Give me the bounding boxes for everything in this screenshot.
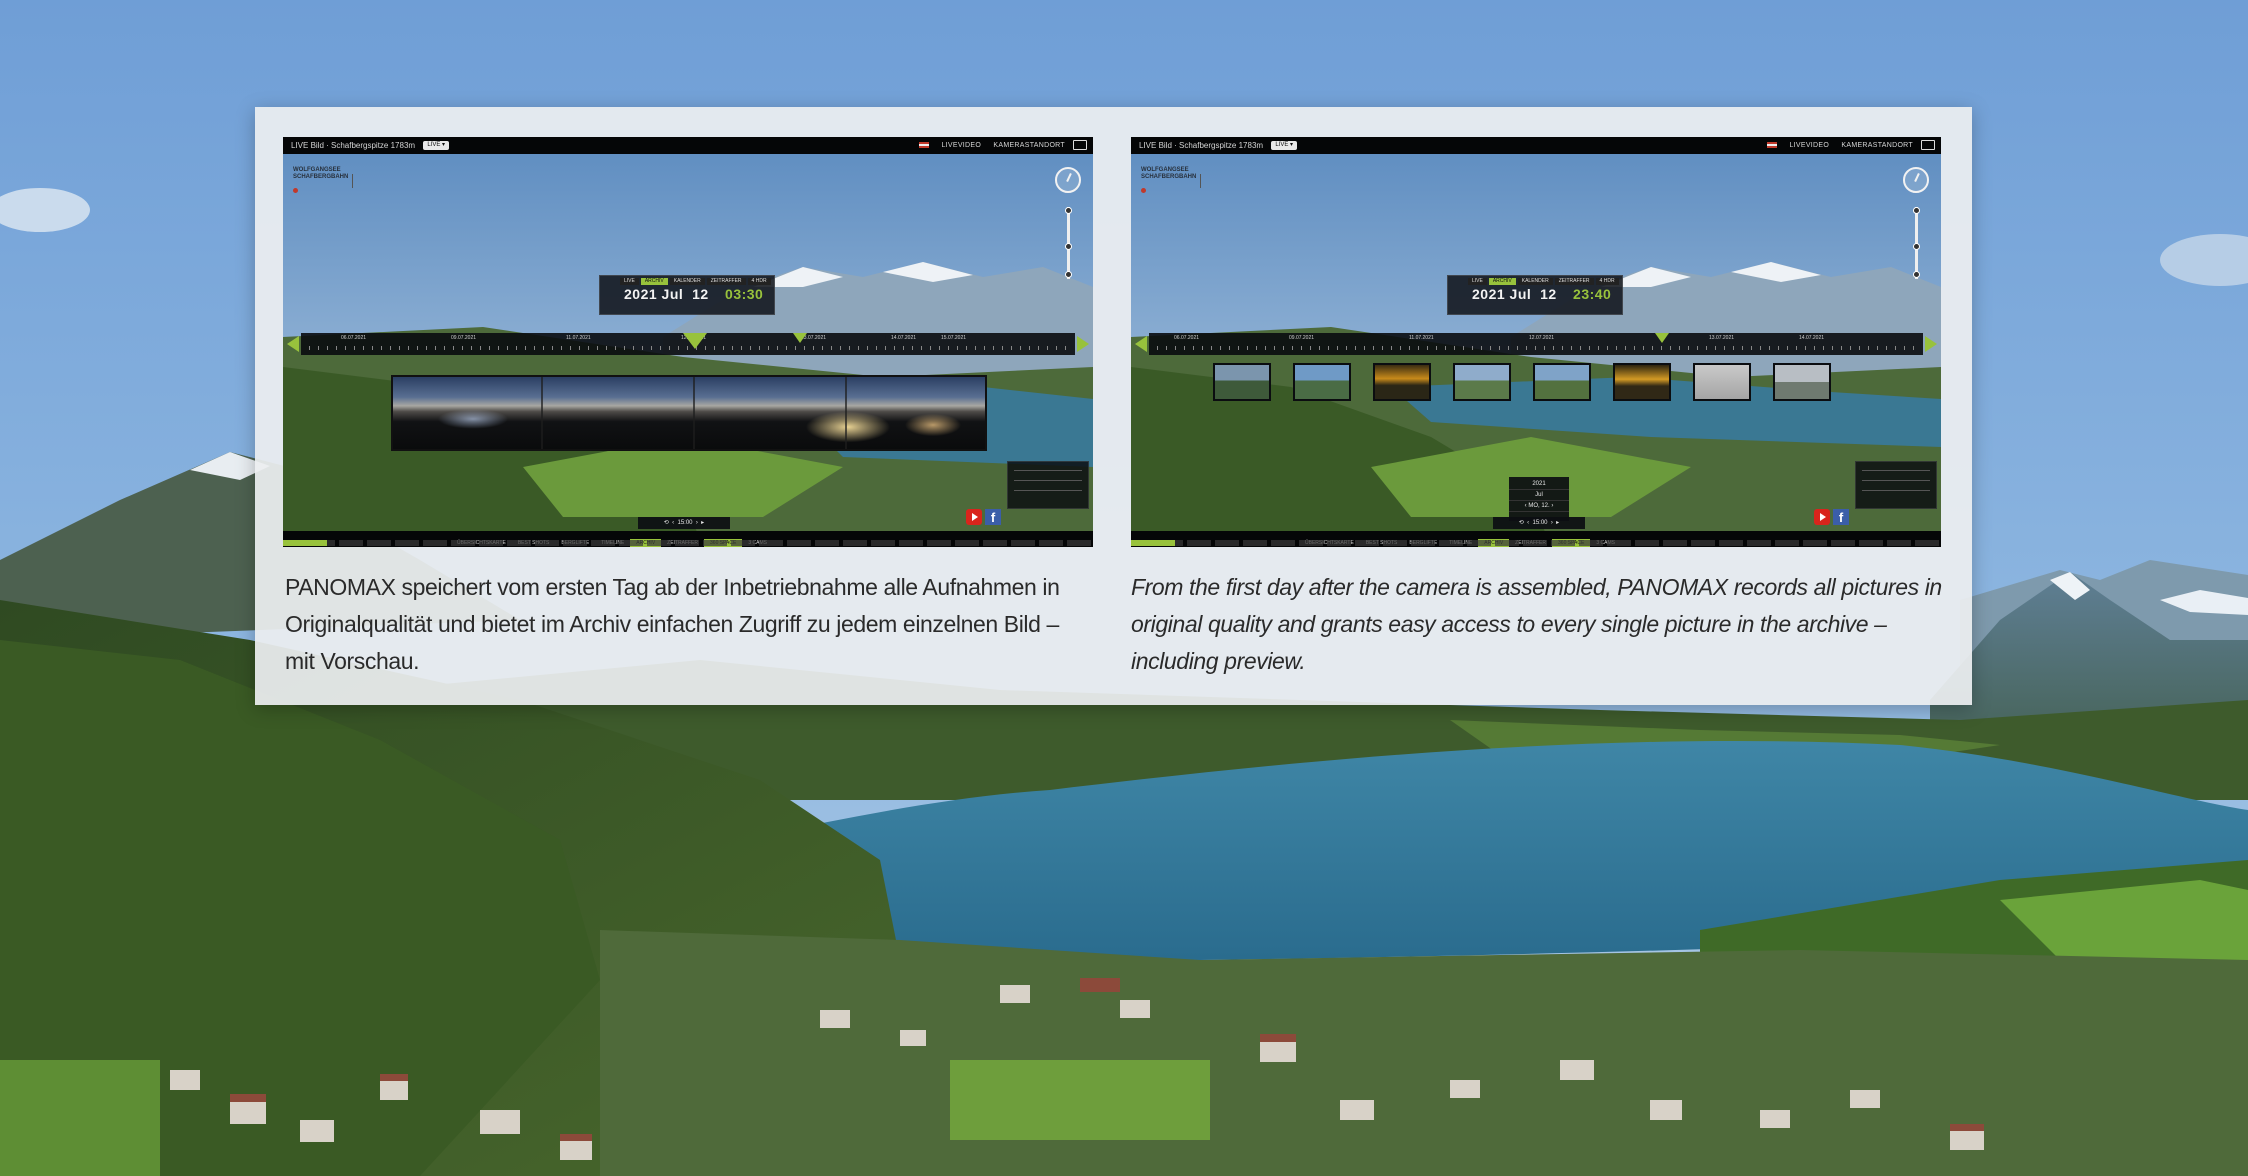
news-ticker <box>283 540 1093 546</box>
date-month: Jul <box>661 286 684 302</box>
live-badge[interactable]: LIVE ▾ <box>423 141 449 151</box>
tab-tag[interactable]: KALENDER <box>669 278 705 285</box>
archive-mode-tabs: LIVE ARCHIV KALENDER ZEITRAFFER 4 HDR <box>620 269 773 287</box>
tab-live[interactable]: LIVE <box>1468 278 1487 285</box>
archive-screenshot-thumbnail-preview: LIVE Bild · Schafberg­spitze 1783m LIVE … <box>1131 137 1941 547</box>
facebook-icon[interactable]: f <box>1833 509 1849 525</box>
zoom-slider[interactable] <box>1913 207 1920 279</box>
news-ticker <box>1131 540 1941 546</box>
menu-link-camera[interactable]: KAMERASTANDORT <box>1841 142 1913 149</box>
app-bottom-bar: ÜBERSICHTSKARTEBEST SHOTSBERGLIFTETIMELI… <box>1131 531 1941 547</box>
date-year: 2021 <box>624 286 658 302</box>
archive-thumbnail[interactable] <box>1613 363 1671 401</box>
language-flag-icon[interactable] <box>1767 142 1778 149</box>
archive-thumbnail[interactable] <box>1533 363 1591 401</box>
social-links: f <box>1811 507 1849 525</box>
app-top-bar: LIVE Bild · Schafberg­spitze 1783m LIVE … <box>283 137 1093 154</box>
date-picker-year[interactable]: 2021 <box>1509 479 1569 490</box>
tab-archive[interactable]: ARCHIV <box>640 278 668 285</box>
zoom-knob[interactable] <box>1913 271 1920 278</box>
news-ticker-tag <box>1131 540 1175 546</box>
timeline-current-marker[interactable] <box>1655 333 1669 343</box>
brand-logo: WOLFGANGSEE SCHAFBERGBAHN <box>293 167 357 196</box>
archive-date-panel[interactable]: LIVE ARCHIV KALENDER ZEITRAFFER 4 HDR 2021 J… <box>1447 275 1623 315</box>
youtube-icon[interactable] <box>966 509 982 525</box>
archive-mode-tabs: LIVE ARCHIV KALENDER ZEITRAFFER 4 HDR <box>1468 269 1621 287</box>
archive-date-display: 2021 Jul 12 03:30 <box>624 286 763 302</box>
youtube-icon[interactable] <box>1814 509 1830 525</box>
menu-link-camera[interactable]: KAMERASTANDORT <box>993 142 1065 149</box>
timeline-prev-arrow-icon[interactable] <box>1135 336 1147 352</box>
tab-tag[interactable]: KALENDER <box>1517 278 1553 285</box>
language-flag-icon[interactable] <box>919 142 930 149</box>
date-year: 2021 <box>1472 286 1506 302</box>
menu-link-liveview[interactable]: LIVEVIDEO <box>941 142 981 149</box>
playback-controls[interactable]: ⟲ ‹ 15:00 › ▸ <box>638 517 730 529</box>
date-day: 12 <box>1540 286 1557 302</box>
archive-thumbnail[interactable] <box>1453 363 1511 401</box>
camera-title: LIVE Bild · Schafberg­spitze 1783m <box>1139 141 1264 150</box>
date-picker-month[interactable]: Jul <box>1509 490 1569 501</box>
panorama-night-preview[interactable] <box>391 375 987 451</box>
archive-timeline[interactable]: 06.07.2021 09.07.2021 11.07.2021 12.07.202… <box>287 333 1089 355</box>
archive-thumbnail[interactable] <box>1373 363 1431 401</box>
tab-hd[interactable]: 4 HDR <box>1595 278 1619 285</box>
social-links: f <box>963 507 1001 525</box>
weather-info-box <box>1007 461 1089 509</box>
tab-time[interactable]: ZEITRAFFER <box>706 278 746 285</box>
zoom-knob[interactable] <box>1065 243 1072 250</box>
menu-link-liveview[interactable]: LIVEVIDEO <box>1789 142 1829 149</box>
fullscreen-icon[interactable] <box>1073 140 1087 150</box>
feature-card: LIVE Bild · Schafberg­spitze 1783m LIVE … <box>255 107 1972 705</box>
archive-thumbnail[interactable] <box>1693 363 1751 401</box>
timeline-date-labels: 06.07.2021 09.07.2021 11.07.2021 12.07.202… <box>1174 335 1825 341</box>
zoom-slider[interactable] <box>1065 207 1072 279</box>
caption-english: From the first day after the camera is a… <box>1131 574 1942 674</box>
timeline-next-arrow-icon[interactable] <box>1077 336 1089 352</box>
tab-hd[interactable]: 4 HDR <box>747 278 771 285</box>
date-time: 03:30 <box>725 286 764 302</box>
zoom-knob[interactable] <box>1913 207 1920 214</box>
caption-german: PANOMAX speichert vom ersten Tag ab der … <box>285 574 1060 674</box>
archive-timeline[interactable]: 06.07.2021 09.07.2021 11.07.2021 12.07.202… <box>1135 333 1937 355</box>
timeline-ticks <box>1157 346 1915 350</box>
thumbnail-strip <box>1213 363 1873 403</box>
fullscreen-icon[interactable] <box>1921 140 1935 150</box>
zoom-knob[interactable] <box>1065 207 1072 214</box>
archive-screenshot-panorama-preview: LIVE Bild · Schafberg­spitze 1783m LIVE … <box>283 137 1093 547</box>
date-time: 23:40 <box>1573 286 1612 302</box>
app-bottom-bar: ÜBERSICHTSKARTEBEST SHOTSBERGLIFTETIMELI… <box>283 531 1093 547</box>
timeline-current-marker[interactable] <box>683 333 707 349</box>
top-bar-links: LIVEVIDEO KAMERASTANDORT <box>909 137 1065 154</box>
playback-controls[interactable]: ⟲ ‹ 15:00 › ▸ <box>1493 517 1585 529</box>
tab-live[interactable]: LIVE <box>620 278 639 285</box>
tab-archive[interactable]: ARCHIV <box>1488 278 1516 285</box>
compass-icon[interactable] <box>1903 167 1929 193</box>
app-top-bar: LIVE Bild · Schafberg­spitze 1783m LIVE … <box>1131 137 1941 154</box>
archive-date-panel[interactable]: LIVE ARCHIV KALENDER ZEITRAFFER 4 HDR 2021 J… <box>599 275 775 315</box>
date-picker[interactable]: 2021 Jul ‹ MO, 12. › <box>1509 477 1569 521</box>
news-ticker-tag <box>283 540 327 546</box>
archive-date-display: 2021 Jul 12 23:40 <box>1472 286 1611 302</box>
archive-thumbnail[interactable] <box>1773 363 1831 401</box>
facebook-icon[interactable]: f <box>985 509 1001 525</box>
timeline-next-arrow-icon[interactable] <box>1925 336 1937 352</box>
archive-thumbnail[interactable] <box>1293 363 1351 401</box>
brand-logo: WOLFGANGSEE SCHAFBERGBAHN <box>1141 167 1205 196</box>
archive-thumbnail[interactable] <box>1213 363 1271 401</box>
zoom-knob[interactable] <box>1913 243 1920 250</box>
tab-time[interactable]: ZEITRAFFER <box>1554 278 1594 285</box>
camera-title: LIVE Bild · Schafberg­spitze 1783m <box>291 141 416 150</box>
timeline-secondary-marker[interactable] <box>793 333 807 343</box>
date-month: Jul <box>1509 286 1532 302</box>
compass-icon[interactable] <box>1055 167 1081 193</box>
date-picker-day[interactable]: ‹ MO, 12. › <box>1509 501 1569 512</box>
top-bar-links: LIVEVIDEO KAMERASTANDORT <box>1757 137 1913 154</box>
timeline-prev-arrow-icon[interactable] <box>287 336 299 352</box>
date-day: 12 <box>692 286 709 302</box>
live-badge[interactable]: LIVE ▾ <box>1271 141 1297 151</box>
zoom-knob[interactable] <box>1065 271 1072 278</box>
weather-info-box <box>1855 461 1937 509</box>
